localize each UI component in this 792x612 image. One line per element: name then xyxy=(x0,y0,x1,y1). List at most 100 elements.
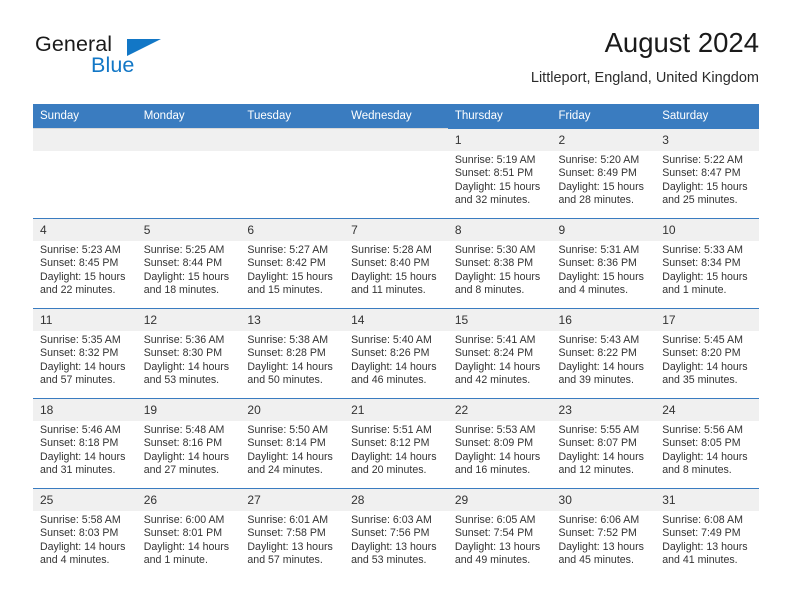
daylight-duration-line1: Daylight: 14 hours xyxy=(247,360,333,373)
day-details: Sunrise: 6:03 AM Sunset: 7:56 PM Daylight:… xyxy=(344,511,448,568)
sunrise-time: Sunrise: 5:53 AM xyxy=(454,424,536,436)
daylight-duration-line1: Daylight: 14 hours xyxy=(143,450,230,463)
calendar-day-cell[interactable]: 7 Sunrise: 5:28 AM Sunset: 8:40 PM Daylight… xyxy=(344,218,448,308)
calendar-day-cell[interactable]: 28 Sunrise: 6:03 AM Sunset: 7:56 PM Dayligh… xyxy=(344,488,448,578)
day-number: 12 xyxy=(136,309,241,331)
page-subtitle: Littleport, England, United Kingdom xyxy=(530,70,759,86)
calendar-day-cell[interactable]: 16 Sunrise: 5:43 AM Sunset: 8:22 PM Dayligh… xyxy=(551,308,656,398)
day-cell-inner: 5 Sunrise: 5:25 AM Sunset: 8:44 PM Daylight… xyxy=(136,218,241,308)
calendar-day-cell[interactable]: 12 Sunrise: 5:36 AM Sunset: 8:30 PM Dayligh… xyxy=(136,308,241,398)
day-cell-inner xyxy=(344,128,448,218)
sunset-time: Sunset: 8:32 PM xyxy=(40,347,119,360)
calendar-body: 1 Sunrise: 5:19 AM Sunset: 8:51 PM Daylight… xyxy=(33,128,759,578)
daylight-duration-line2: and 53 minutes. xyxy=(143,374,220,387)
daylight-duration-line1: Daylight: 13 hours xyxy=(247,540,333,553)
calendar-day-cell[interactable] xyxy=(344,128,448,218)
day-details: Sunrise: 5:56 AM Sunset: 8:05 PM Daylight:… xyxy=(655,421,759,478)
calendar-day-cell[interactable]: 5 Sunrise: 5:25 AM Sunset: 8:44 PM Daylight… xyxy=(136,218,241,308)
sunset-time: Sunset: 8:24 PM xyxy=(454,347,534,360)
day-cell-inner: 1 Sunrise: 5:19 AM Sunset: 8:51 PM Daylight… xyxy=(447,128,552,218)
daylight-duration-line2: and 39 minutes. xyxy=(558,374,634,387)
calendar-day-cell[interactable]: 19 Sunrise: 5:48 AM Sunset: 8:16 PM Dayligh… xyxy=(136,398,241,488)
calendar-day-cell[interactable]: 29 Sunrise: 6:05 AM Sunset: 7:54 PM Dayligh… xyxy=(447,488,552,578)
daylight-duration-line1: Daylight: 14 hours xyxy=(143,360,230,373)
day-details: Sunrise: 5:43 AM Sunset: 8:22 PM Daylight:… xyxy=(552,331,656,388)
sunset-time: Sunset: 8:30 PM xyxy=(143,347,223,360)
daylight-duration-line1: Daylight: 13 hours xyxy=(662,540,748,553)
calendar-week-row: 18 Sunrise: 5:46 AM Sunset: 8:18 PM Dayligh… xyxy=(33,398,759,488)
day-cell-inner: 26 Sunrise: 6:00 AM Sunset: 8:01 PM Dayligh… xyxy=(136,488,241,578)
calendar-day-cell[interactable]: 11 Sunrise: 5:35 AM Sunset: 8:32 PM Dayligh… xyxy=(33,308,137,398)
daylight-duration-line1: Daylight: 15 hours xyxy=(143,270,230,283)
daylight-duration-line2: and 11 minutes. xyxy=(351,284,426,297)
day-cell-inner: 11 Sunrise: 5:35 AM Sunset: 8:32 PM Dayligh… xyxy=(33,308,137,398)
day-details: Sunrise: 5:31 AM Sunset: 8:36 PM Daylight:… xyxy=(552,241,656,298)
calendar-day-cell[interactable]: 10 Sunrise: 5:33 AM Sunset: 8:34 PM Dayligh… xyxy=(655,218,759,308)
calendar-day-cell[interactable] xyxy=(33,128,137,218)
sunset-time: Sunset: 8:05 PM xyxy=(662,437,741,450)
daylight-duration-line1: Daylight: 15 hours xyxy=(662,180,748,193)
day-cell-inner: 24 Sunrise: 5:56 AM Sunset: 8:05 PM Dayligh… xyxy=(655,398,759,488)
calendar-day-cell[interactable]: 21 Sunrise: 5:51 AM Sunset: 8:12 PM Dayligh… xyxy=(344,398,448,488)
calendar-day-cell[interactable]: 3 Sunrise: 5:22 AM Sunset: 8:47 PM Daylight… xyxy=(655,128,759,218)
weekday-header-wednesday: Wednesday xyxy=(344,104,448,128)
daylight-duration-line2: and 25 minutes. xyxy=(662,194,738,207)
sunrise-time: Sunrise: 5:48 AM xyxy=(143,424,225,436)
calendar-day-cell[interactable]: 25 Sunrise: 5:58 AM Sunset: 8:03 PM Dayligh… xyxy=(33,488,137,578)
day-number: 10 xyxy=(655,219,759,241)
day-cell-inner xyxy=(136,128,241,218)
sunset-time: Sunset: 8:26 PM xyxy=(351,347,430,360)
calendar-day-cell[interactable]: 23 Sunrise: 5:55 AM Sunset: 8:07 PM Dayligh… xyxy=(551,398,656,488)
calendar-day-cell[interactable]: 15 Sunrise: 5:41 AM Sunset: 8:24 PM Dayligh… xyxy=(447,308,552,398)
calendar-day-cell[interactable]: 9 Sunrise: 5:31 AM Sunset: 8:36 PM Daylight… xyxy=(551,218,656,308)
day-number: 4 xyxy=(33,219,137,241)
calendar-day-cell[interactable]: 14 Sunrise: 5:40 AM Sunset: 8:26 PM Dayligh… xyxy=(344,308,448,398)
day-cell-inner: 22 Sunrise: 5:53 AM Sunset: 8:09 PM Dayligh… xyxy=(447,398,552,488)
day-cell-inner: 7 Sunrise: 5:28 AM Sunset: 8:40 PM Daylight… xyxy=(344,218,448,308)
day-details: Sunrise: 6:01 AM Sunset: 7:58 PM Daylight:… xyxy=(240,511,344,568)
calendar-day-cell[interactable]: 8 Sunrise: 5:30 AM Sunset: 8:38 PM Daylight… xyxy=(447,218,552,308)
daylight-duration-line2: and 42 minutes. xyxy=(454,374,531,387)
calendar-week-row: 4 Sunrise: 5:23 AM Sunset: 8:45 PM Daylight… xyxy=(33,218,759,308)
sunset-time: Sunset: 8:40 PM xyxy=(351,257,430,270)
calendar-day-cell[interactable]: 22 Sunrise: 5:53 AM Sunset: 8:09 PM Dayligh… xyxy=(447,398,552,488)
calendar-day-cell[interactable] xyxy=(240,128,345,218)
calendar-day-cell[interactable]: 18 Sunrise: 5:46 AM Sunset: 8:18 PM Dayligh… xyxy=(33,398,137,488)
sunrise-time: Sunrise: 5:31 AM xyxy=(558,244,640,256)
calendar-day-cell[interactable]: 4 Sunrise: 5:23 AM Sunset: 8:45 PM Daylight… xyxy=(33,218,137,308)
day-cell-inner xyxy=(240,128,345,218)
day-cell-inner: 16 Sunrise: 5:43 AM Sunset: 8:22 PM Dayligh… xyxy=(551,308,656,398)
calendar-day-cell[interactable]: 1 Sunrise: 5:19 AM Sunset: 8:51 PM Daylight… xyxy=(447,128,552,218)
day-cell-inner: 23 Sunrise: 5:55 AM Sunset: 8:07 PM Dayligh… xyxy=(551,398,656,488)
day-number: 29 xyxy=(447,489,552,511)
day-details: Sunrise: 5:23 AM Sunset: 8:45 PM Daylight:… xyxy=(33,241,137,298)
sunrise-time: Sunrise: 5:28 AM xyxy=(351,244,432,256)
calendar-day-cell[interactable]: 27 Sunrise: 6:01 AM Sunset: 7:58 PM Dayligh… xyxy=(240,488,345,578)
sunset-time: Sunset: 8:36 PM xyxy=(558,257,637,270)
calendar-day-cell[interactable]: 30 Sunrise: 6:06 AM Sunset: 7:52 PM Dayligh… xyxy=(551,488,656,578)
sunset-time: Sunset: 8:47 PM xyxy=(662,167,741,180)
calendar-day-cell[interactable]: 17 Sunrise: 5:45 AM Sunset: 8:20 PM Dayligh… xyxy=(655,308,759,398)
calendar-day-cell[interactable] xyxy=(136,128,241,218)
daylight-duration-line2: and 28 minutes. xyxy=(558,194,634,207)
day-cell-inner: 31 Sunrise: 6:08 AM Sunset: 7:49 PM Dayligh… xyxy=(655,488,759,578)
brand-logo[interactable]: General Blue xyxy=(33,32,213,92)
day-cell-inner: 9 Sunrise: 5:31 AM Sunset: 8:36 PM Daylight… xyxy=(551,218,656,308)
calendar-day-cell[interactable]: 13 Sunrise: 5:38 AM Sunset: 8:28 PM Dayligh… xyxy=(240,308,345,398)
day-number xyxy=(136,129,241,151)
calendar-day-cell[interactable]: 26 Sunrise: 6:00 AM Sunset: 8:01 PM Dayligh… xyxy=(136,488,241,578)
day-number: 26 xyxy=(136,489,241,511)
calendar-day-cell[interactable]: 31 Sunrise: 6:08 AM Sunset: 7:49 PM Dayligh… xyxy=(655,488,759,578)
weekday-header-thursday: Thursday xyxy=(447,104,552,128)
daylight-duration-line2: and 45 minutes. xyxy=(558,554,634,567)
calendar-day-cell[interactable]: 6 Sunrise: 5:27 AM Sunset: 8:42 PM Daylight… xyxy=(240,218,345,308)
calendar-day-cell[interactable]: 20 Sunrise: 5:50 AM Sunset: 8:14 PM Dayligh… xyxy=(240,398,345,488)
day-details: Sunrise: 5:41 AM Sunset: 8:24 PM Daylight:… xyxy=(448,331,552,388)
day-number: 9 xyxy=(551,219,656,241)
daylight-duration-line1: Daylight: 14 hours xyxy=(351,360,437,373)
daylight-duration-line2: and 24 minutes. xyxy=(247,464,323,477)
calendar-day-cell[interactable]: 2 Sunrise: 5:20 AM Sunset: 8:49 PM Daylight… xyxy=(551,128,656,218)
sunset-time: Sunset: 8:38 PM xyxy=(454,257,534,270)
calendar-day-cell[interactable]: 24 Sunrise: 5:56 AM Sunset: 8:05 PM Dayligh… xyxy=(655,398,759,488)
day-cell-inner: 3 Sunrise: 5:22 AM Sunset: 8:47 PM Daylight… xyxy=(655,128,759,218)
